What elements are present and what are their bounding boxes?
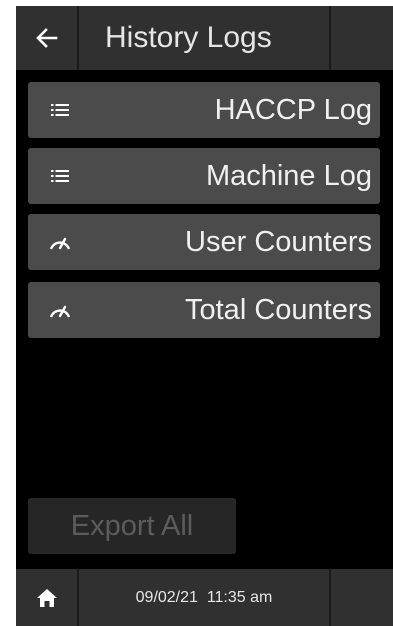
gauge-icon [46, 282, 74, 338]
home-button[interactable] [16, 569, 79, 626]
datetime-display: 09/02/21 11:35 am [81, 569, 327, 626]
header-right-slot [329, 6, 393, 70]
page-title: History Logs [105, 21, 272, 54]
user-counters-button[interactable]: User Counters [28, 214, 380, 270]
gauge-icon [46, 214, 74, 270]
haccp-log-label: HACCP Log [214, 93, 372, 126]
back-button[interactable] [16, 6, 79, 70]
total-counters-label: Total Counters [185, 293, 372, 326]
header-bar: History Logs [16, 6, 393, 70]
haccp-log-button[interactable]: HACCP Log [28, 82, 380, 138]
history-logs-screen: History Logs HACCP Log Machine Log User … [16, 6, 393, 626]
date-text: 09/02/21 [135, 588, 198, 606]
machine-log-button[interactable]: Machine Log [28, 148, 380, 204]
total-counters-button[interactable]: Total Counters [28, 282, 380, 338]
list-icon [46, 148, 74, 204]
list-icon [46, 82, 74, 138]
arrow-left-icon [35, 28, 57, 48]
export-all-button[interactable]: Export All [28, 498, 236, 554]
time-text: 11:35 am [206, 588, 273, 606]
home-icon [36, 588, 57, 607]
machine-log-label: Machine Log [205, 159, 372, 192]
user-counters-label: User Counters [185, 225, 372, 258]
footer-bar: 09/02/21 11:35 am [16, 569, 393, 626]
footer-right-slot [329, 569, 393, 626]
